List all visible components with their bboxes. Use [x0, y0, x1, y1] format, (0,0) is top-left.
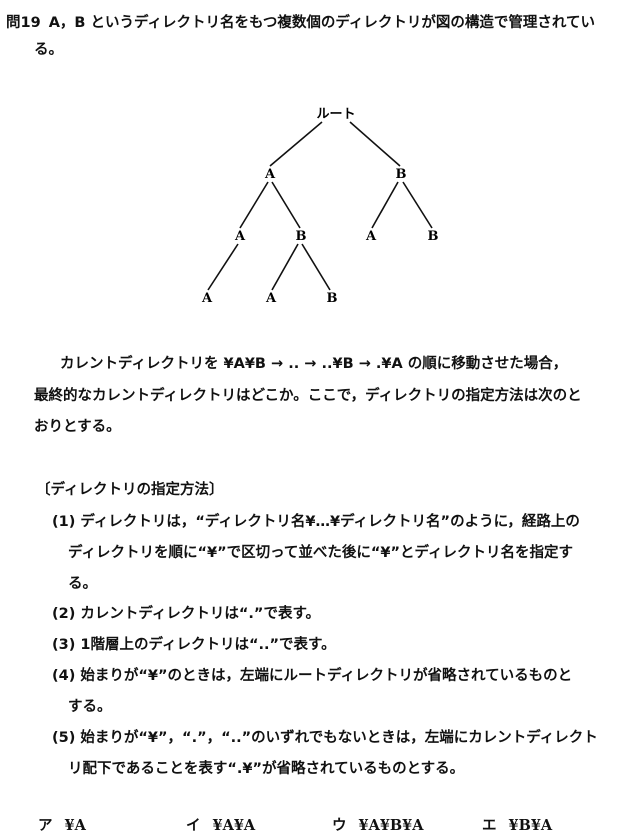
choice-i[interactable]: イ ¥A¥A	[186, 814, 255, 835]
spec-item-3: (3) 1階層上のディレクトリは“..”で表す。	[52, 637, 336, 653]
edge-b-b	[402, 181, 433, 229]
tree-node-b-a: A	[365, 229, 377, 244]
choice-e[interactable]: エ ¥B¥A	[482, 814, 552, 835]
choice-a-key: ア	[38, 818, 53, 834]
tree-node-a-b-a: A	[265, 291, 277, 306]
spec-item-2: (2) カレントディレクトリは“.”で表す。	[52, 606, 320, 622]
spec-item-5-line-1: (5) 始まりが“¥”，“.”，“..”のいずれでもないときは，左端にカレントデ…	[52, 730, 598, 746]
edge-ab-b	[301, 243, 331, 291]
choice-a[interactable]: ア ¥A	[38, 814, 86, 835]
tree-node-a-b-b: B	[327, 291, 338, 306]
spec-item-5-line-2: リ配下であることを表す“.¥”が省略されているものとする。	[68, 761, 465, 777]
spec-item-1-line-2: ディレクトリを順に“¥”で区切って並べた後に“¥”とディレクトリ名を指定す	[68, 545, 574, 561]
choice-i-key: イ	[186, 818, 201, 834]
tree-node-a-b: B	[296, 229, 307, 244]
body-line-3: おりとする。	[34, 419, 121, 435]
tree-node-a: A	[264, 167, 276, 182]
edge-root-a	[269, 121, 323, 167]
body-line-1: カレントディレクトリを ¥A¥B → .. → ..¥B → .¥A の順に移動…	[60, 356, 568, 372]
edge-root-b	[349, 121, 401, 167]
spec-item-4-line-2: する。	[68, 699, 112, 715]
choice-u[interactable]: ウ ¥A¥B¥A	[332, 814, 424, 835]
tree-node-root: ルート	[316, 107, 355, 122]
directory-tree-diagram: ルート A B A B A B A A B	[201, 107, 439, 306]
spec-heading: 〔ディレクトリの指定方法〕	[36, 482, 224, 498]
tree-node-b: B	[396, 167, 407, 182]
edge-a-a	[239, 181, 269, 229]
spec-item-1-line-3: る。	[68, 576, 97, 592]
spec-item-1-line-1: (1) ディレクトリは，“ディレクトリ名¥…¥ディレクトリ名”のように，経路上の	[52, 514, 580, 530]
edge-a-b	[271, 181, 301, 229]
choice-e-value: ¥B¥A	[508, 817, 553, 834]
choice-a-value: ¥A	[64, 817, 86, 834]
edge-ab-a	[271, 243, 299, 291]
choice-u-value: ¥A¥B¥A	[358, 817, 424, 834]
tree-edges	[207, 121, 433, 291]
tree-node-a-a-a: A	[201, 291, 213, 306]
choice-e-key: エ	[482, 818, 497, 834]
choice-i-value: ¥A¥A	[212, 817, 256, 834]
spec-item-4-line-1: (4) 始まりが“¥”のときは，左端にルートディレクトリが省略されているものと	[52, 668, 573, 684]
choice-u-key: ウ	[332, 818, 347, 834]
body-line-2: 最終的なカレントディレクトリはどこか。ここで，ディレクトリの指定方法は次のと	[34, 388, 582, 404]
tree-node-b-b: B	[428, 229, 439, 244]
edge-aa-a	[207, 243, 239, 291]
tree-node-a-a: A	[234, 229, 246, 244]
edge-b-a	[371, 181, 399, 229]
